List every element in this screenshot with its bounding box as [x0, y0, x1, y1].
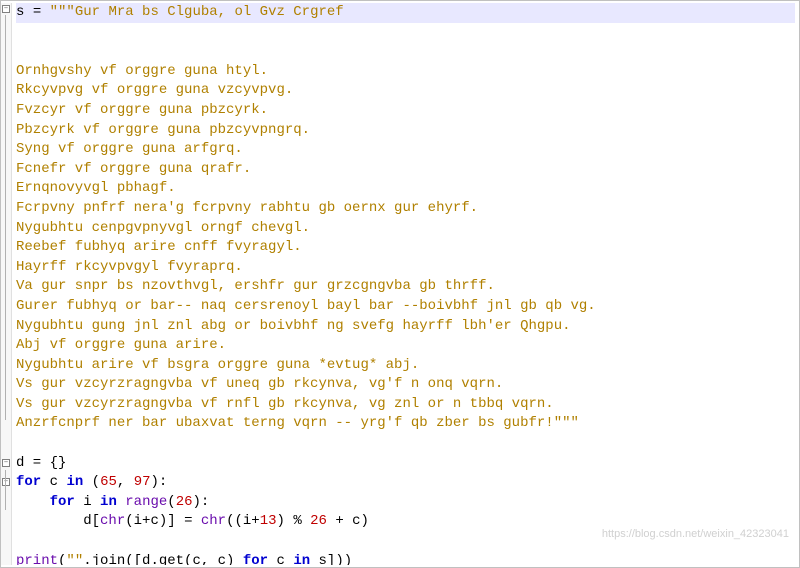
string-line: Vs gur vzcyrzragngvba vf uneq gb rkcynva… — [16, 376, 503, 392]
triple-quote-close: """ — [554, 415, 579, 431]
keyword-in: in — [66, 474, 83, 490]
string-line: Va gur snpr bs nzovthvgl, ershfr gur grz… — [16, 278, 495, 294]
string-line: Gur Mra bs Clguba, ol Gvz Crgref — [75, 4, 344, 20]
string-line: Nygubhtu gung jnl znl abg or boivbhf ng … — [16, 318, 571, 334]
string-line: Rkcyvpvg vf orggre guna vzcyvpvg. — [16, 82, 293, 98]
fold-gutter — [1, 3, 12, 565]
keyword-for: for — [50, 494, 75, 510]
keyword-for: for — [16, 474, 41, 490]
string-line: Ernqnovyvgl pbhagf. — [16, 180, 176, 196]
string-line: Anzrfcnprf ner bar ubaxvat terng vqrn --… — [16, 415, 554, 431]
string-line: Hayrff rkcyvpvgyl fvyraprq. — [16, 259, 243, 275]
string-line: Abj vf orggre guna arire. — [16, 337, 226, 353]
string-line: Ornhgvshy vf orggre guna htyl. — [16, 63, 268, 79]
builtin-range: range — [125, 494, 167, 510]
string-line: Fcrpvny pnfrf nera'g fcrpvny rabhtu gb o… — [16, 200, 478, 216]
string-line: Fcnefr vf orggre guna qrafr. — [16, 161, 251, 177]
keyword-in: in — [100, 494, 117, 510]
builtin-print: print — [16, 553, 58, 565]
triple-quote-open: """ — [50, 4, 75, 20]
fold-marker[interactable] — [2, 5, 10, 13]
string-line: Pbzcyrk vf orggre guna pbzcyvpngrq. — [16, 122, 310, 138]
string-line: Vs gur vzcyrzragngvba vf rnfl gb rkcynva… — [16, 396, 554, 412]
var-s: s — [16, 4, 24, 20]
builtin-chr: chr — [100, 513, 125, 529]
string-line: Fvzcyr vf orggre guna pbzcyrk. — [16, 102, 268, 118]
fold-marker[interactable] — [2, 459, 10, 467]
current-line-highlight: s = """Gur Mra bs Clguba, ol Gvz Crgref — [16, 3, 795, 23]
builtin-chr: chr — [201, 513, 226, 529]
string-line: Nygubhtu arire vf bsgra orggre guna *evt… — [16, 357, 419, 373]
code-line-d: d = {} — [16, 455, 66, 471]
fold-marker[interactable] — [2, 478, 10, 486]
string-line: Gurer fubhyq or bar-- naq cersrenoyl bay… — [16, 298, 596, 314]
string-line: Nygubhtu cenpgvpnyvgl orngf chevgl. — [16, 220, 310, 236]
code-editor: s = """Gur Mra bs Clguba, ol Gvz Crgref … — [0, 0, 800, 568]
string-line: Reebef fubhyq arire cnff fvyragyl. — [16, 239, 302, 255]
string-line: Syng vf orggre guna arfgrq. — [16, 141, 243, 157]
code-area[interactable]: s = """Gur Mra bs Clguba, ol Gvz Crgref … — [12, 3, 795, 565]
